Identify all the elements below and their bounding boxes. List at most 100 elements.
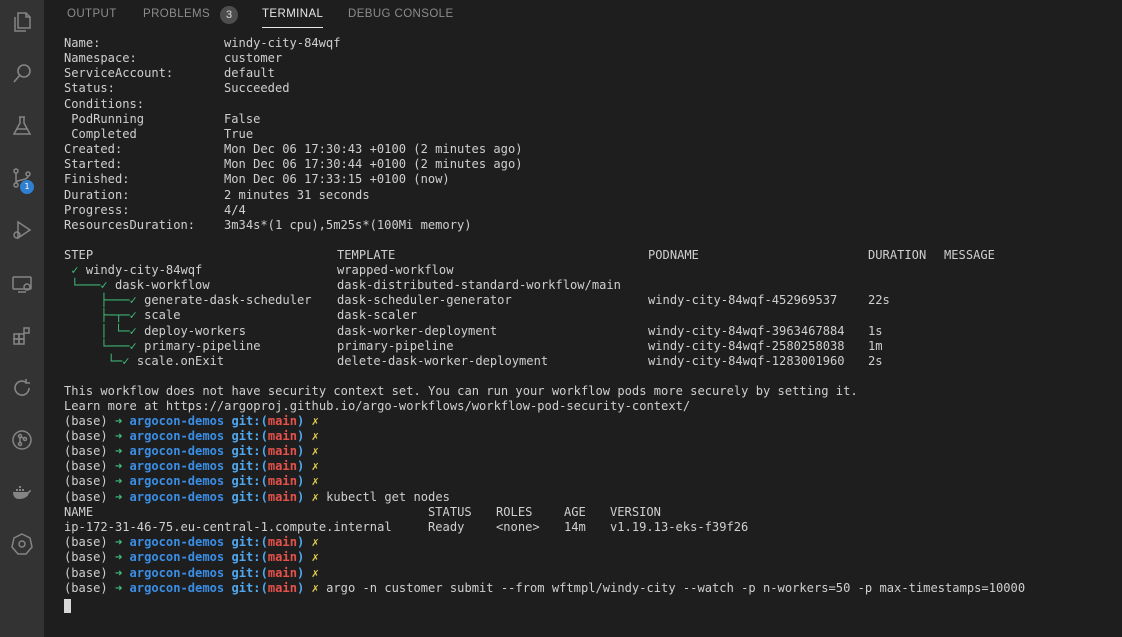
- field-label: Progress:: [64, 203, 130, 217]
- prompt-branch: main: [267, 459, 297, 473]
- step-name: primary-pipeline: [144, 339, 261, 353]
- field-label: Conditions:: [64, 97, 145, 111]
- prompt-dirty-icon: ✗: [311, 444, 319, 458]
- steps-column-header: PODNAME: [648, 248, 699, 262]
- prompt-git-label: git:(: [231, 474, 268, 488]
- beaker-icon[interactable]: [0, 106, 44, 146]
- kubernetes-icon[interactable]: [0, 524, 44, 564]
- prompt-git-close: ): [297, 550, 305, 564]
- step-duration: 1s: [868, 324, 883, 338]
- prompt-git-label: git:(: [231, 535, 268, 549]
- step-name: windy-city-84wqf: [85, 263, 203, 277]
- prompt-branch: main: [267, 444, 297, 458]
- extensions-icon[interactable]: [0, 316, 44, 356]
- tab-debug-console[interactable]: DEBUG CONSOLE: [348, 8, 454, 28]
- prompt-env: (base): [64, 444, 108, 458]
- field-value: default: [224, 66, 275, 80]
- prompt-branch: main: [267, 429, 297, 443]
- field-value: 3m34s*(1 cpu),5m25s*(100Mi memory): [224, 218, 472, 232]
- nodes-column-header: NAME: [64, 505, 94, 519]
- prompt-dirty-icon: ✗: [311, 566, 319, 580]
- prompt-branch: main: [267, 535, 297, 549]
- step-name: generate-dask-scheduler: [144, 293, 312, 307]
- prompt-git-label: git:(: [231, 550, 268, 564]
- step-template: dask-distributed-standard-workflow/main: [337, 278, 621, 292]
- files-icon[interactable]: [0, 2, 44, 42]
- prompt-git-close: ): [297, 444, 305, 458]
- prompt-dirty-icon: ✗: [311, 459, 319, 473]
- tab-problems[interactable]: PROBLEMS: [143, 8, 210, 28]
- prompt-arrow-icon: ➜: [114, 566, 123, 580]
- prompt-arrow-icon: ➜: [114, 474, 123, 488]
- nodes-column-header: STATUS: [428, 505, 472, 519]
- field-label: Finished:: [64, 172, 130, 186]
- shell-prompt-line: (base) ➜ argocon-demos git:(main) ✗: [64, 444, 319, 459]
- prompt-directory: argocon-demos: [129, 414, 225, 428]
- prompt-env: (base): [64, 490, 108, 504]
- field-value: 4/4: [224, 203, 246, 217]
- prompt-branch: main: [267, 474, 297, 488]
- prompt-git-close: ): [297, 581, 305, 595]
- prompt-arrow-icon: ➜: [114, 459, 123, 473]
- prompt-dirty-icon: ✗: [311, 414, 319, 428]
- prompt-env: (base): [64, 535, 108, 549]
- security-link: Learn more at https://argoproj.github.io…: [64, 399, 691, 413]
- refresh-icon[interactable]: [0, 368, 44, 408]
- step-duration: 22s: [868, 293, 890, 307]
- prompt-arrow-icon: ➜: [114, 535, 123, 549]
- field-label: Namespace:: [64, 51, 137, 65]
- steps-column-header: MESSAGE: [944, 248, 995, 262]
- prompt-git-label: git:(: [231, 414, 268, 428]
- remote-explorer-icon[interactable]: [0, 264, 44, 304]
- panel-tabs: OUTPUT PROBLEMS 3 TERMINAL DEBUG CONSOLE: [44, 0, 1122, 32]
- prompt-branch: main: [267, 566, 297, 580]
- field-value: Mon Dec 06 17:30:43 +0100 (2 minutes ago…: [224, 142, 523, 156]
- tab-terminal[interactable]: TERMINAL: [262, 8, 324, 28]
- steps-column-header: TEMPLATE: [337, 248, 396, 262]
- prompt-directory: argocon-demos: [129, 535, 225, 549]
- shell-prompt-line: (base) ➜ argocon-demos git:(main) ✗: [64, 429, 319, 444]
- prompt-branch: main: [267, 414, 297, 428]
- source-control-badge: 1: [20, 180, 34, 194]
- nodes-cell: v1.19.13-eks-f39f26: [610, 520, 749, 534]
- tab-output[interactable]: OUTPUT: [67, 8, 117, 28]
- shell-prompt-line: (base) ➜ argocon-demos git:(main) ✗: [64, 535, 319, 550]
- shell-command: argo -n customer submit --from wftmpl/wi…: [326, 581, 1026, 595]
- source-control-icon[interactable]: 1: [0, 158, 44, 198]
- prompt-env: (base): [64, 550, 108, 564]
- step-name: dask-workflow: [114, 278, 210, 292]
- field-label: ServiceAccount:: [64, 66, 174, 80]
- step-podname: windy-city-84wqf-2580258038: [648, 339, 845, 353]
- field-label: Duration:: [64, 188, 130, 202]
- nodes-cell: <none>: [496, 520, 540, 534]
- prompt-directory: argocon-demos: [129, 429, 225, 443]
- prompt-git-label: git:(: [231, 490, 268, 504]
- search-icon[interactable]: [0, 54, 44, 94]
- field-value: 2 minutes 31 seconds: [224, 188, 370, 202]
- field-value: Succeeded: [224, 81, 290, 95]
- field-value: False: [224, 112, 261, 126]
- nodes-column-header: VERSION: [610, 505, 661, 519]
- shell-prompt-line: (base) ➜ argocon-demos git:(main) ✗ argo…: [64, 581, 1025, 596]
- run-debug-icon[interactable]: [0, 210, 44, 250]
- prompt-dirty-icon: ✗: [311, 490, 319, 504]
- docker-icon[interactable]: [0, 472, 44, 512]
- step-tree-connector: └───✓ primary-pipeline: [64, 339, 261, 353]
- prompt-dirty-icon: ✗: [311, 429, 319, 443]
- prompt-arrow-icon: ➜: [114, 429, 123, 443]
- prompt-env: (base): [64, 429, 108, 443]
- field-label: Completed: [64, 127, 137, 141]
- nodes-cell: ip-172-31-46-75.eu-central-1.compute.int…: [64, 520, 392, 534]
- shell-command: kubectl get nodes: [326, 490, 450, 504]
- terminal[interactable]: Name: windy-city-84wqf Namespace: customer S…: [64, 36, 1114, 626]
- terminal-cursor: [64, 599, 71, 613]
- nodes-column-header: AGE: [564, 505, 586, 519]
- prompt-arrow-icon: ➜: [114, 414, 123, 428]
- prompt-git-close: ): [297, 429, 305, 443]
- field-value: True: [224, 127, 254, 141]
- prompt-env: (base): [64, 581, 108, 595]
- prompt-branch: main: [267, 490, 297, 504]
- git-graph-icon[interactable]: [0, 420, 44, 460]
- prompt-git-label: git:(: [231, 459, 268, 473]
- prompt-directory: argocon-demos: [129, 566, 225, 580]
